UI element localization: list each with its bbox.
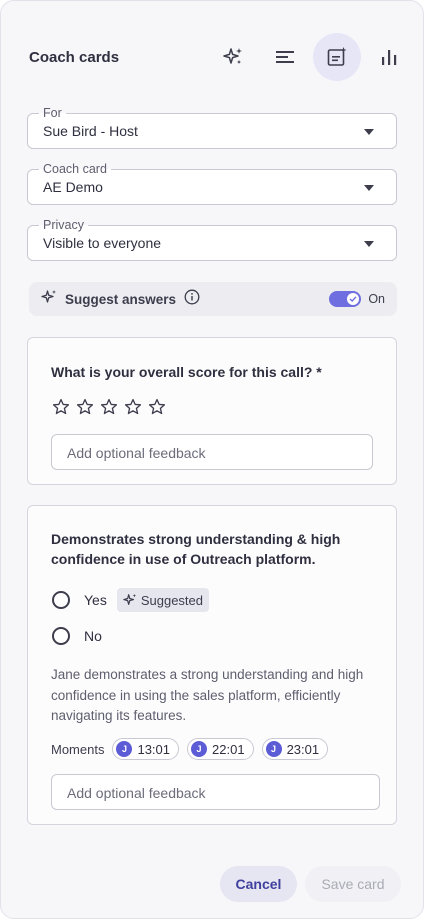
option-yes[interactable]: Yes Suggested	[52, 588, 210, 612]
suggested-label: Suggested	[140, 592, 204, 608]
question-title-line: confidence in use of Outreach platform.	[51, 551, 316, 567]
toggle-state-label: On	[368, 292, 385, 306]
answer-description: Jane demonstrates a strong understanding…	[51, 665, 381, 727]
bar-chart-icon[interactable]	[365, 33, 413, 81]
save-card-button[interactable]: Save card	[305, 866, 401, 902]
moment-chip[interactable]: J 22:01	[187, 738, 254, 760]
moment-chip[interactable]: J 13:01	[112, 738, 180, 760]
chevron-down-icon	[364, 241, 374, 247]
moment-time: 22:01	[212, 741, 245, 757]
option-no[interactable]: No	[52, 627, 102, 645]
coach-card-value: AE Demo	[43, 179, 103, 195]
moment-time: 23:01	[286, 741, 320, 757]
description-line: navigating its features.	[51, 708, 187, 723]
star-icon[interactable]	[52, 398, 70, 416]
privacy-select[interactable]: Privacy Visible to everyone	[27, 218, 397, 261]
privacy-label: Privacy	[39, 218, 88, 232]
info-icon[interactable]	[184, 289, 200, 310]
panel-title: Coach cards	[29, 48, 120, 66]
radio-no[interactable]	[52, 627, 70, 645]
avatar: J	[191, 741, 208, 757]
cancel-button[interactable]: Cancel	[220, 866, 297, 902]
coach-card-label: Coach card	[39, 162, 111, 176]
star-icon[interactable]	[124, 398, 142, 416]
suggest-answers-label: Suggest answers	[65, 291, 177, 307]
sparkle-icon	[41, 289, 57, 310]
question-title: What is your overall score for this call…	[51, 364, 322, 380]
moment-chip[interactable]: J 23:01	[261, 738, 329, 760]
description-line: confidence in using the sales platform, …	[51, 687, 341, 703]
for-select[interactable]: For Sue Bird - Host	[27, 106, 397, 149]
coach-card-icon[interactable]	[313, 33, 361, 81]
filter-lines-icon[interactable]	[261, 33, 309, 81]
moments-label: Moments	[51, 741, 105, 757]
description-line: Jane demonstrates a strong understanding…	[51, 667, 364, 682]
option-yes-label: Yes	[84, 592, 107, 608]
question-card-platform: Demonstrates strong understanding & high…	[27, 505, 397, 825]
for-value: Sue Bird - Host	[43, 123, 138, 139]
privacy-value: Visible to everyone	[43, 235, 162, 251]
star-icon[interactable]	[76, 398, 94, 416]
avatar: J	[116, 741, 133, 757]
star-rating[interactable]	[52, 398, 166, 416]
sparkle-icon	[123, 593, 136, 605]
coach-card-select[interactable]: Coach card AE Demo	[27, 162, 397, 205]
avatar: J	[265, 741, 282, 757]
moment-time: 13:01	[137, 741, 171, 757]
feedback-input[interactable]: Add optional feedback	[51, 774, 380, 810]
panel-header: Coach cards	[29, 33, 409, 81]
option-no-label: No	[84, 628, 102, 644]
question-card-score: What is your overall score for this call…	[27, 337, 397, 485]
chevron-down-icon	[364, 185, 374, 191]
question-title-line: Demonstrates strong understanding & high	[51, 531, 341, 547]
radio-yes[interactable]	[52, 591, 70, 609]
suggest-answers-bar: Suggest answers On	[29, 282, 397, 316]
feedback-input[interactable]: Add optional feedback	[51, 434, 373, 470]
suggested-badge: Suggested	[116, 588, 210, 612]
check-icon	[347, 293, 359, 305]
moments-row: Moments J 13:01 J 22:01 J 23:01	[51, 738, 336, 760]
sparkle-icon[interactable]	[209, 33, 257, 81]
question-title: Demonstrates strong understanding & high…	[51, 529, 340, 569]
suggest-answers-toggle[interactable]	[329, 291, 361, 307]
chevron-down-icon	[364, 129, 374, 135]
star-icon[interactable]	[148, 398, 166, 416]
for-label: For	[39, 106, 66, 120]
coach-cards-panel: Coach cards For Sue Bird - Host Coach ca…	[0, 0, 424, 919]
star-icon[interactable]	[100, 398, 118, 416]
